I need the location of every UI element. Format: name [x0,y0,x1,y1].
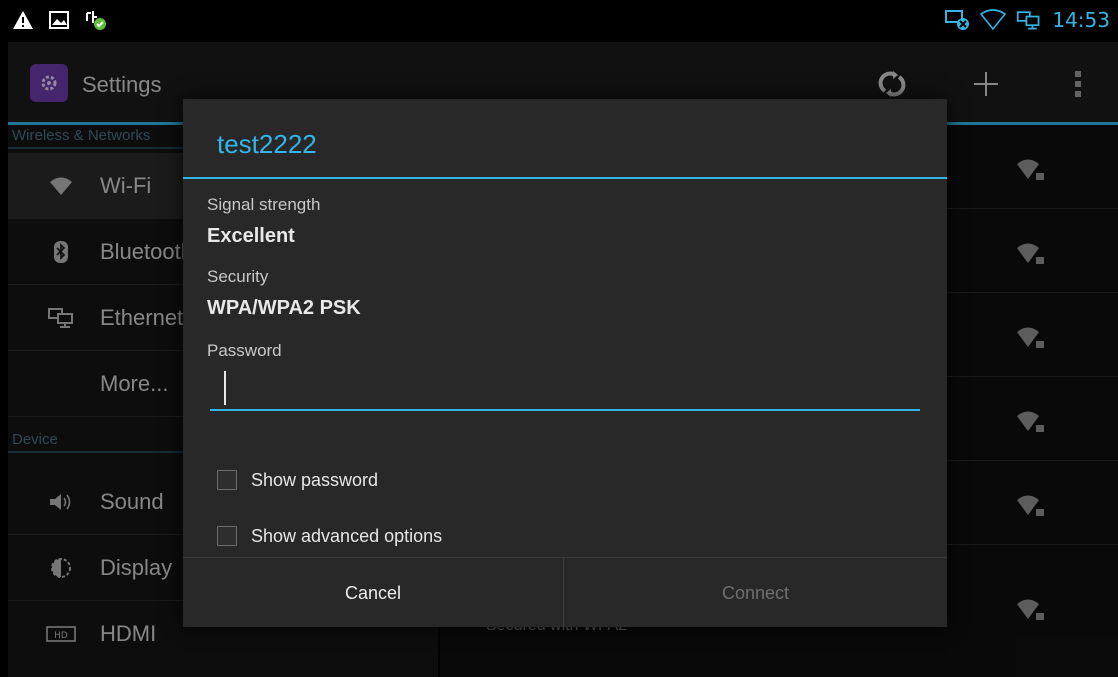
ethernet-icon [1016,8,1042,32]
show-password-checkbox[interactable] [217,470,237,490]
dialog-button-bar: Cancel Connect [183,557,947,628]
show-password-row[interactable]: Show password [217,465,378,495]
password-field[interactable] [210,365,920,411]
status-bar-left [10,8,108,32]
connect-button[interactable]: Connect [565,558,946,628]
cancel-button[interactable]: Cancel [183,558,564,628]
warning-icon [10,8,36,32]
network-error-icon [944,8,970,32]
signal-strength-value: Excellent [207,225,295,247]
status-bar-right: 14:53 [944,8,1110,32]
wifi-empty-icon [980,8,1007,32]
password-label: Password [207,341,282,360]
show-advanced-checkbox[interactable] [217,526,237,546]
status-clock: 14:53 [1052,8,1110,32]
text-cursor [224,371,226,405]
image-icon [46,8,72,32]
security-label: Security [207,267,269,286]
show-password-label: Show password [251,469,379,490]
show-advanced-row[interactable]: Show advanced options [217,521,442,551]
dialog-title: test2222 [217,129,317,159]
usb-debug-icon [82,8,108,32]
security-value: WPA/WPA2 PSK [207,297,361,319]
dialog-title-divider [183,177,947,179]
wifi-connect-dialog: test2222 Signal strength Excellent Secur… [183,99,947,628]
show-advanced-label: Show advanced options [251,525,443,546]
signal-strength-label: Signal strength [207,195,321,214]
status-bar: 14:53 [0,0,1118,42]
